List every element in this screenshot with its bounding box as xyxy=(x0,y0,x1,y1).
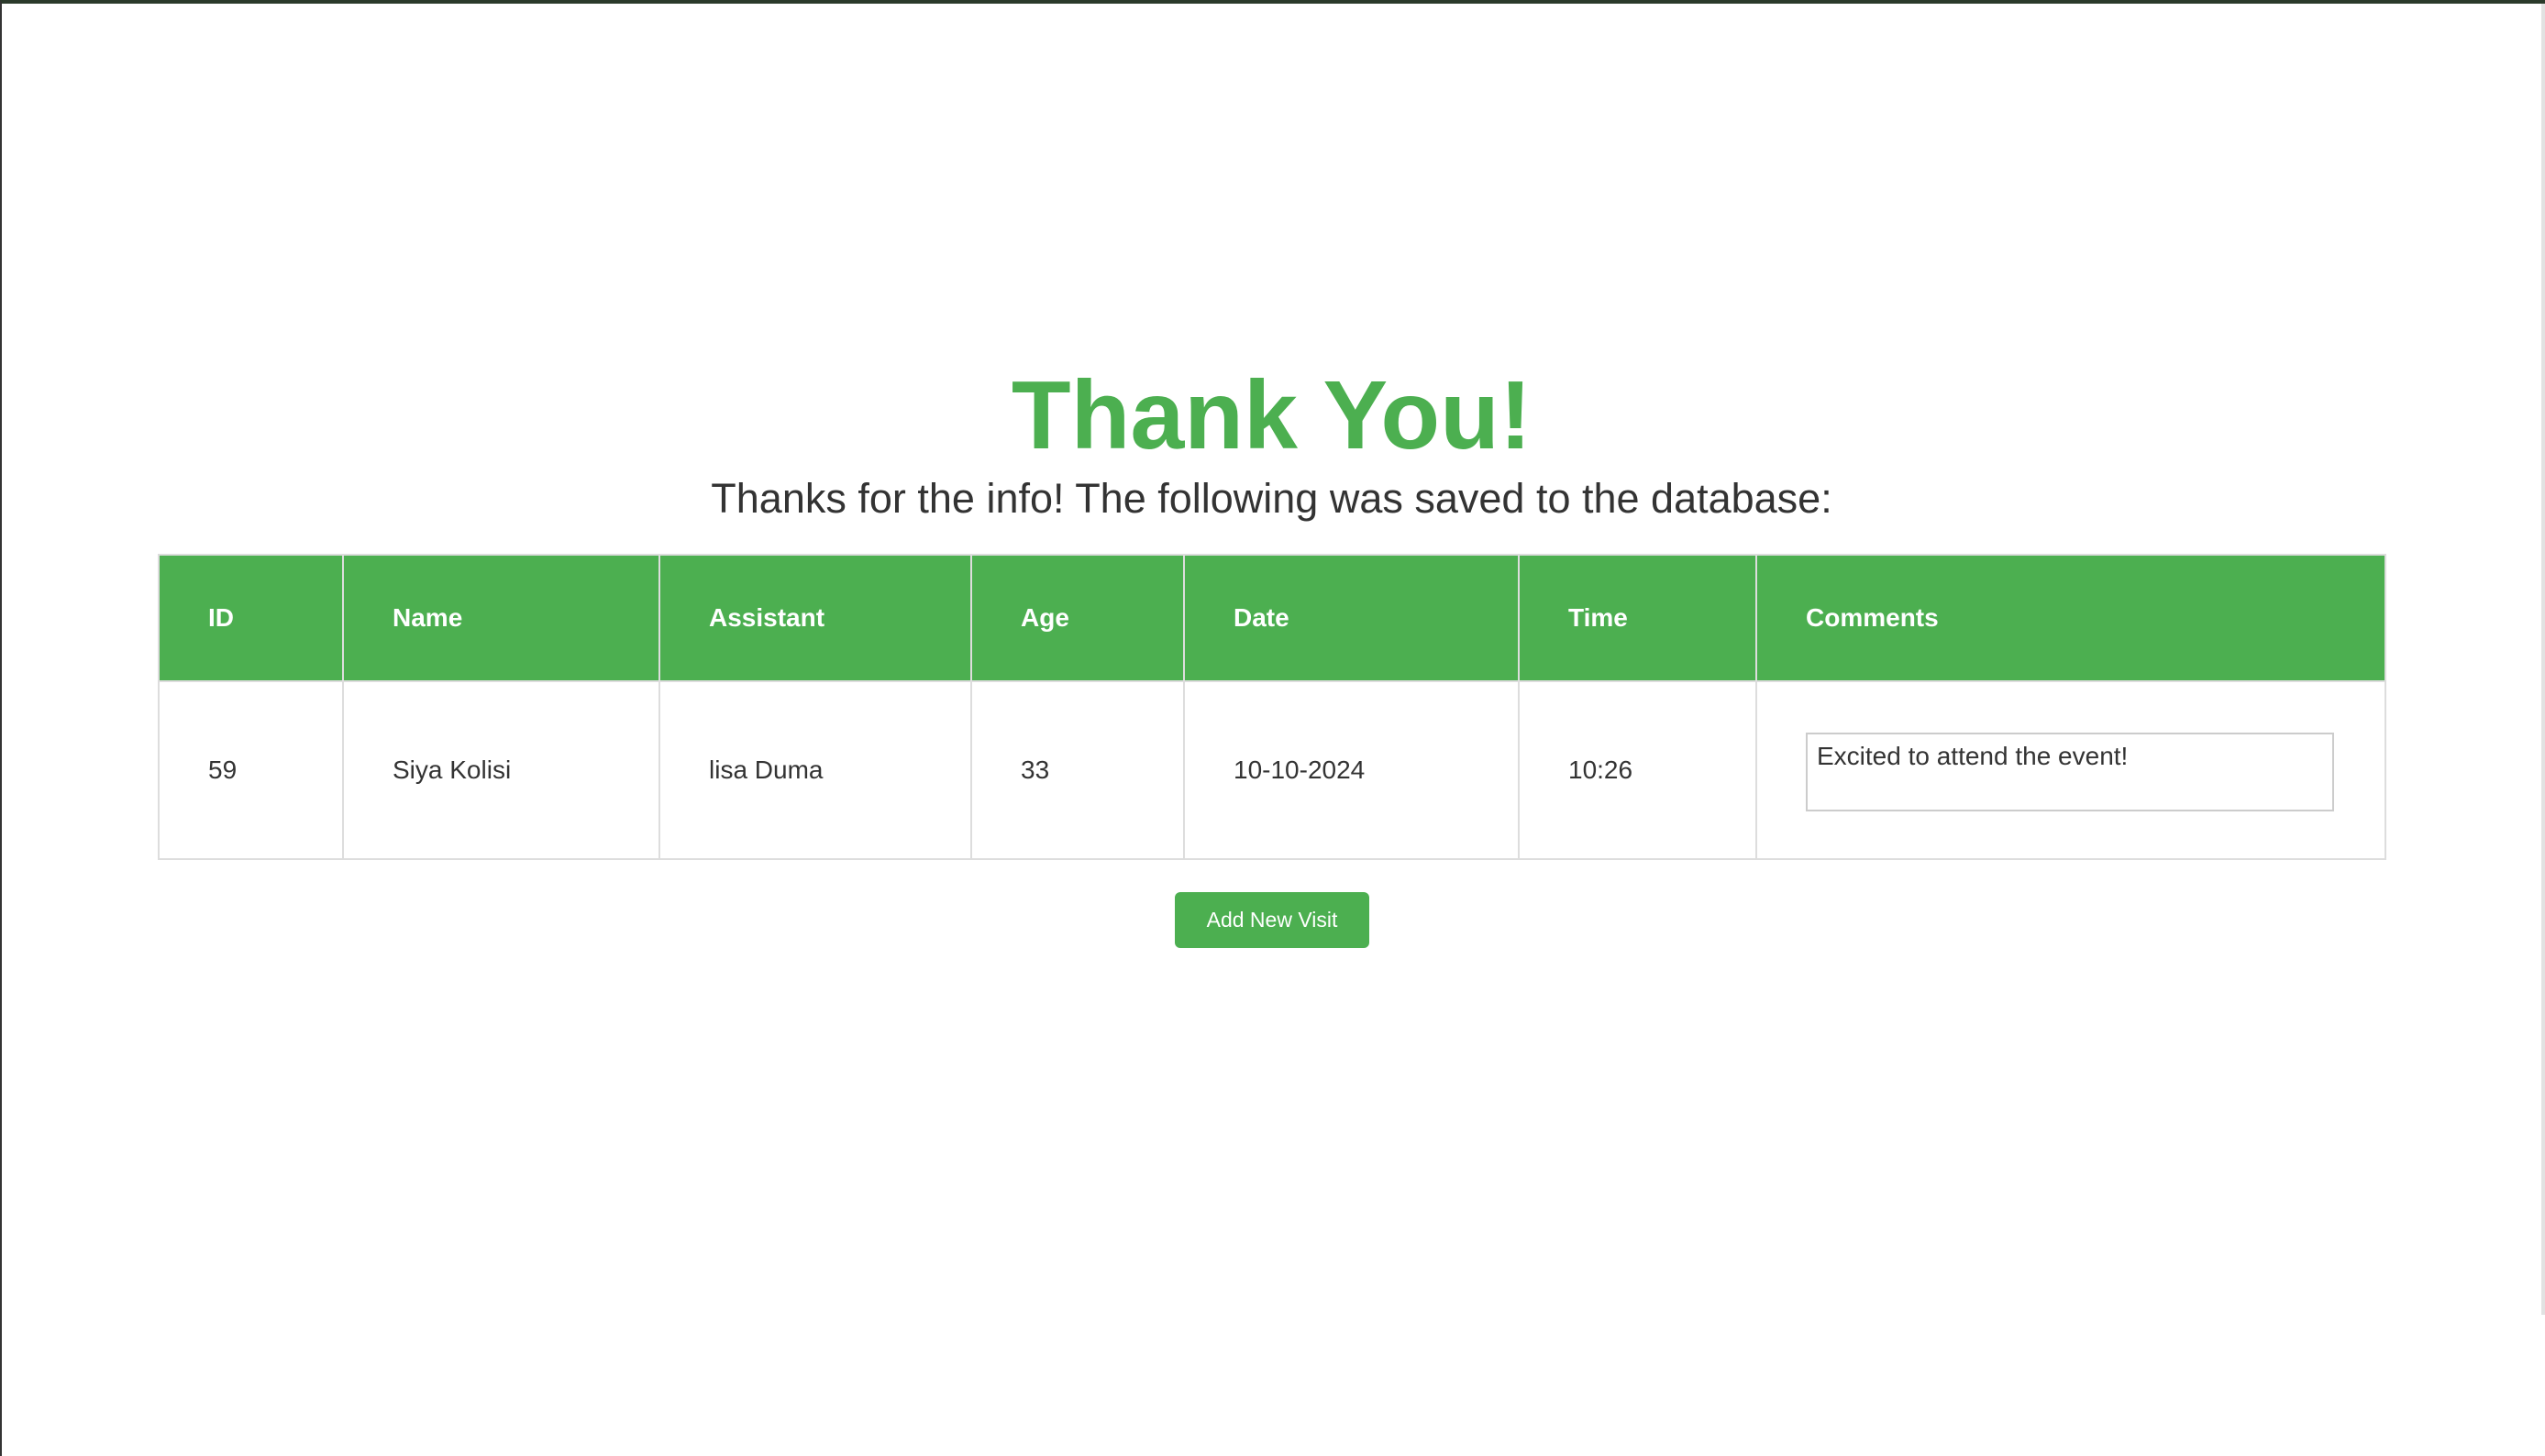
window-right-edge xyxy=(2541,4,2545,1315)
cell-comments: Excited to attend the event! xyxy=(1755,680,2386,860)
column-header-age: Age xyxy=(970,554,1185,682)
cell-id: 59 xyxy=(158,680,344,860)
page-subtitle: Thanks for the info! The following was s… xyxy=(711,475,1832,522)
comments-textarea[interactable]: Excited to attend the event! xyxy=(1806,733,2334,811)
cell-date: 10-10-2024 xyxy=(1183,680,1520,860)
cell-assistant: lisa Duma xyxy=(658,680,972,860)
column-header-comments: Comments xyxy=(1755,554,2386,682)
add-new-visit-button[interactable]: Add New Visit xyxy=(1175,892,1369,948)
table-header-row: ID Name Assistant Age Date Time Comments xyxy=(158,554,2386,682)
column-header-time: Time xyxy=(1518,554,1757,682)
table-row: 59 Siya Kolisi lisa Duma 33 10-10-2024 1… xyxy=(158,680,2386,860)
cell-name: Siya Kolisi xyxy=(342,680,660,860)
saved-visit-table: ID Name Assistant Age Date Time Comments… xyxy=(158,554,2386,860)
page-title: Thank You! xyxy=(1011,361,1533,469)
column-header-id: ID xyxy=(158,554,344,682)
column-header-date: Date xyxy=(1183,554,1520,682)
cell-age: 33 xyxy=(970,680,1185,860)
column-header-assistant: Assistant xyxy=(658,554,972,682)
cell-time: 10:26 xyxy=(1518,680,1757,860)
column-header-name: Name xyxy=(342,554,660,682)
